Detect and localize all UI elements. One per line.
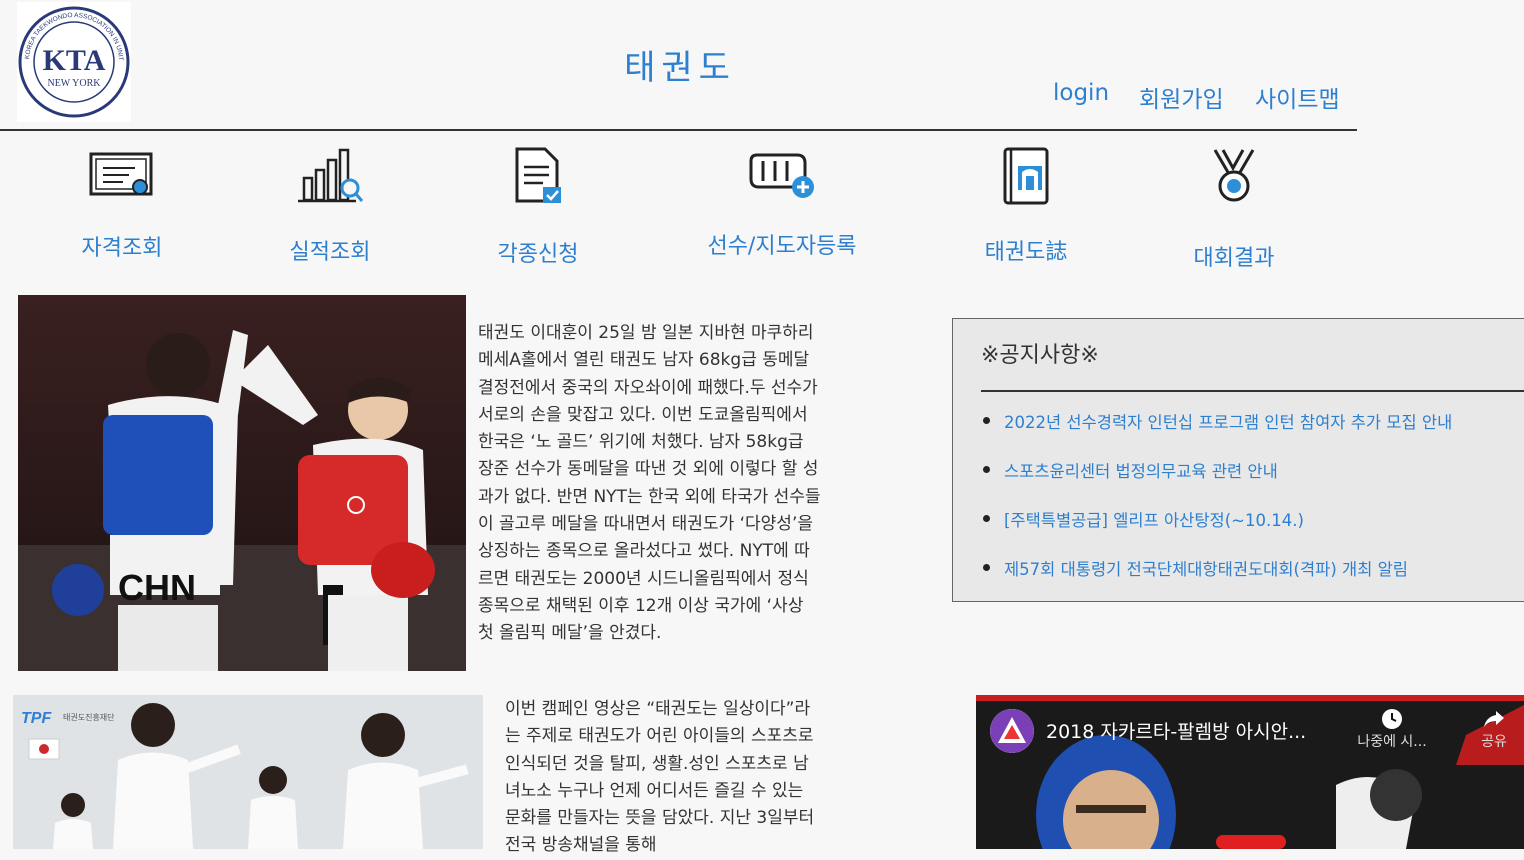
video-title[interactable]: 2018 자카르타-팔렘방 아시안... [1046, 717, 1306, 744]
notice-item-text[interactable]: [주택특별공급] 엘리프 아산탕정(~10.14.) [1004, 511, 1304, 530]
clock-icon [1382, 709, 1402, 729]
video-player[interactable]: 2018 자카르타-팔렘방 아시안... 나중에 시... 공유 [976, 695, 1524, 849]
photo-caption-chn: CHN [118, 567, 196, 608]
menu-record-lookup[interactable]: 실적조회 [230, 140, 430, 266]
certificate-icon [22, 140, 222, 212]
menu-competition-results[interactable]: 대회결과 [1134, 140, 1334, 272]
notice-item-text[interactable]: 제57회 대통령기 전국단체대항태권도대회(격파) 개최 알림 [1004, 560, 1408, 579]
login-link[interactable]: login [1053, 80, 1109, 106]
notice-divider [981, 390, 1524, 392]
logo-monogram: KTA [43, 44, 106, 77]
notice-title: ※공지사항※ [981, 343, 1099, 368]
share-button[interactable]: 공유 [1464, 707, 1524, 751]
bullet-icon [983, 466, 990, 473]
channel-avatar[interactable] [990, 709, 1034, 753]
article-photo-campaign[interactable]: TPF 태권도진흥재단 [13, 695, 483, 849]
fist-add-icon [682, 140, 882, 212]
watch-later-button[interactable]: 나중에 시... [1352, 707, 1432, 751]
site-logo[interactable]: KOREA TAEKWONDO ASSOCIATION IN UNITED ST… [17, 2, 131, 122]
share-icon [1484, 711, 1504, 727]
notice-item[interactable]: 2022년 선수경력자 인턴십 프로그램 인턴 참여자 추가 모집 안내 [981, 409, 1452, 458]
menu-taekwondo-magazine[interactable]: 태권도誌 [926, 140, 1126, 266]
article-campaign-text: 이번 캠페인 영상은 “태권도는 일상이다”라는 주제로 태권도가 어린 아이들… [505, 699, 815, 856]
bullet-icon [983, 515, 990, 522]
sitemap-link[interactable]: 사이트맵 [1255, 80, 1340, 114]
menu-label: 선수/지도자등록 [707, 234, 857, 259]
watch-later-label: 나중에 시... [1357, 734, 1427, 750]
photo-org-name: 태권도진흥재단 [63, 712, 115, 722]
menu-qualification-lookup[interactable]: 자격조회 [22, 140, 222, 262]
menu-athlete-instructor-registration[interactable]: 선수/지도자등록 [682, 140, 882, 260]
notice-item[interactable]: [주택특별공급] 엘리프 아산탕정(~10.14.) [981, 507, 1452, 556]
menu-label: 자격조회 [81, 236, 163, 261]
site-title: 태권도 [624, 48, 736, 88]
menu-label: 태권도誌 [984, 240, 1068, 265]
notice-item[interactable]: 스포츠윤리센터 법정의무교육 관련 안내 [981, 458, 1452, 507]
notice-board: ※공지사항※ 2022년 선수경력자 인턴십 프로그램 인턴 참여자 추가 모집… [952, 318, 1524, 602]
menu-label: 각종신청 [497, 242, 579, 267]
signup-link[interactable]: 회원가입 [1139, 80, 1224, 114]
notice-item-text[interactable]: 스포츠윤리센터 법정의무교육 관련 안내 [1004, 462, 1278, 481]
menu-label: 실적조회 [289, 240, 371, 265]
article-photo-olympics[interactable]: CHN [18, 295, 466, 671]
article-olympics-text: 태권도 이대훈이 25일 밤 일본 지바현 마쿠하리 메세A홀에서 열린 태권도… [478, 323, 821, 644]
share-label: 공유 [1481, 734, 1507, 750]
menu-label: 대회결과 [1193, 246, 1275, 271]
document-check-icon [438, 140, 638, 212]
notice-item[interactable]: 제57회 대통령기 전국단체대항태권도대회(격파) 개최 알림 [981, 556, 1452, 605]
bullet-icon [983, 564, 990, 571]
menu-applications[interactable]: 각종신청 [438, 140, 638, 268]
photo-tpf-logo: TPF [21, 710, 52, 727]
notice-list: 2022년 선수경력자 인턴십 프로그램 인턴 참여자 추가 모집 안내 스포츠… [981, 409, 1452, 605]
medal-icon [1134, 140, 1334, 212]
header-divider [0, 129, 1357, 131]
chart-search-icon [230, 140, 430, 212]
logo-city: NEW YORK [47, 78, 101, 89]
notice-item-text[interactable]: 2022년 선수경력자 인턴십 프로그램 인턴 참여자 추가 모집 안내 [1004, 413, 1452, 432]
bullet-icon [983, 417, 990, 424]
book-icon [926, 140, 1126, 212]
